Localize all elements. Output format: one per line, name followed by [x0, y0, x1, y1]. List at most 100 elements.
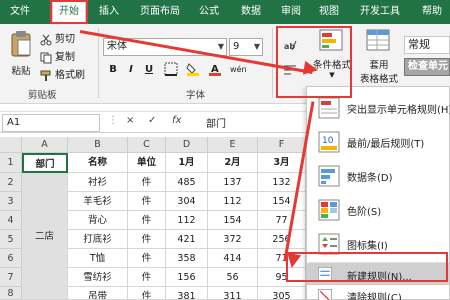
paste-label: 粘贴	[11, 66, 31, 77]
table-header-cell[interactable]: 1月	[166, 153, 208, 173]
column-header[interactable]: D	[166, 137, 208, 153]
table-cell[interactable]: 304	[166, 192, 208, 211]
tab-file[interactable]: 文件	[6, 0, 34, 24]
menu-item-label: 色阶(S)	[347, 207, 382, 218]
row-header[interactable]: 5	[0, 230, 22, 249]
table-cell[interactable]: 件	[128, 249, 166, 268]
table-cell[interactable]: 件	[128, 211, 166, 230]
cut-button[interactable]: 剪切	[40, 32, 75, 48]
table-cell[interactable]: 421	[166, 230, 208, 249]
column-header[interactable]: C	[128, 137, 166, 153]
chevron-down-icon: ▼	[253, 42, 260, 51]
tab-help[interactable]: 帮助	[418, 0, 446, 24]
tab-page-layout[interactable]: 页面布局	[134, 0, 186, 24]
copy-button[interactable]: 复制	[40, 50, 75, 66]
table-cell[interactable]: 吊带	[68, 287, 128, 300]
paste-button[interactable]: 粘贴	[6, 30, 36, 77]
table-cell[interactable]: 372	[208, 230, 258, 249]
table-header-cell[interactable]: 2月	[208, 153, 258, 173]
menu-item-label: 数据条(D)	[347, 173, 393, 184]
table-cell[interactable]: 打底衫	[68, 230, 128, 249]
cell-style-normal[interactable]: 常规	[404, 36, 450, 54]
row-header[interactable]: 2	[0, 173, 22, 192]
font-size-combo[interactable]: 9 ▼	[229, 38, 263, 56]
table-header-cell[interactable]: 单位	[128, 153, 166, 173]
table-cell[interactable]: 112	[208, 192, 258, 211]
font-color-button[interactable]: A	[207, 62, 223, 78]
row-header[interactable]: 8	[0, 287, 22, 300]
table-cell[interactable]: T恤	[68, 249, 128, 268]
table-cell[interactable]: 件	[128, 192, 166, 211]
underline-button[interactable]: U	[141, 62, 157, 78]
copy-icon	[40, 52, 52, 64]
table-cell[interactable]: 雪纺衫	[68, 268, 128, 287]
table-cell[interactable]: 56	[208, 268, 258, 287]
tab-developer[interactable]: 开发工具	[354, 0, 406, 24]
table-cell[interactable]: 羊毛衫	[68, 192, 128, 211]
table-cell[interactable]: 358	[166, 249, 208, 268]
cut-label: 剪切	[55, 34, 75, 45]
tab-insert[interactable]: 插入	[94, 0, 124, 24]
row-header[interactable]: 7	[0, 268, 22, 287]
table-cell[interactable]: 256	[258, 230, 306, 249]
table-cell[interactable]: 件	[128, 268, 166, 287]
row-header[interactable]: 3	[0, 192, 22, 211]
table-cell[interactable]: 137	[208, 173, 258, 192]
table-cell[interactable]: 156	[166, 268, 208, 287]
bold-button[interactable]: B	[105, 62, 121, 78]
table-cell[interactable]: 381	[166, 287, 208, 300]
table-cell[interactable]: 衬衫	[68, 173, 128, 192]
table-cell[interactable]: 件	[128, 173, 166, 192]
row-header[interactable]: 1	[0, 153, 22, 173]
column-header[interactable]: E	[208, 137, 258, 153]
table-cell[interactable]: 件	[128, 287, 166, 300]
row-header[interactable]: 6	[0, 249, 22, 268]
row-header[interactable]: 4	[0, 211, 22, 230]
table-header-cell[interactable]: 部门	[22, 153, 68, 173]
table-cell[interactable]: 485	[166, 173, 208, 192]
table-cell[interactable]: 件	[128, 230, 166, 249]
fx-icon[interactable]: fx	[172, 115, 181, 126]
table-cell[interactable]: 77	[258, 211, 306, 230]
format-painter-label: 格式刷	[55, 70, 85, 81]
clear-rules-icon	[318, 289, 332, 300]
column-header[interactable]: A	[22, 137, 68, 153]
tab-data[interactable]: 数据	[236, 0, 266, 24]
table-cell[interactable]: 154	[258, 192, 306, 211]
column-header[interactable]: F	[258, 137, 306, 153]
menu-item-color-scales[interactable]: 色阶(S)	[307, 193, 450, 227]
phonetic-button[interactable]: wén	[230, 62, 247, 78]
format-as-table-button[interactable]: 套用 表格格式	[358, 28, 400, 85]
table-cell[interactable]: 305	[258, 287, 306, 300]
cancel-icon[interactable]: ×	[126, 115, 134, 126]
copy-label: 复制	[55, 52, 75, 63]
font-group-label: 字体	[186, 90, 206, 101]
table-cell[interactable]: 背心	[68, 211, 128, 230]
table-cell[interactable]: 112	[166, 211, 208, 230]
table-cell[interactable]: 311	[208, 287, 258, 300]
italic-button[interactable]: I	[123, 62, 139, 78]
dept-merged-cell[interactable]: 二店	[22, 173, 68, 300]
menu-item-data-bars[interactable]: 数据条(D)	[307, 159, 450, 193]
enter-icon[interactable]: ✓	[148, 115, 156, 126]
column-header[interactable]: B	[68, 137, 128, 153]
table-cell[interactable]: 154	[208, 211, 258, 230]
annotation-arrow-head	[302, 60, 320, 78]
menu-item-label: 清除规则(C)	[347, 293, 402, 300]
font-name-value: 宋体	[107, 41, 127, 52]
borders-button[interactable]	[163, 62, 179, 78]
tab-review[interactable]: 审阅	[276, 0, 306, 24]
format-painter-button[interactable]: 格式刷	[40, 68, 85, 84]
tab-view[interactable]: 视图	[314, 0, 344, 24]
table-header-cell[interactable]: 名称	[68, 153, 128, 173]
cell-style-check[interactable]: 检查单元	[404, 58, 450, 76]
menu-item-clear-rules[interactable]: 清除规则(C)	[307, 286, 450, 300]
name-box[interactable]: A1	[2, 114, 100, 132]
select-all-corner[interactable]	[0, 137, 22, 153]
table-cell[interactable]: 414	[208, 249, 258, 268]
fill-color-button[interactable]	[185, 62, 201, 78]
annotation-box-new-rule	[286, 252, 448, 282]
formula-input[interactable]: 部门	[206, 115, 226, 130]
tab-formulas[interactable]: 公式	[194, 0, 224, 24]
menu-item-top-bottom[interactable]: 10 最前/最后规则(T)	[307, 125, 450, 159]
